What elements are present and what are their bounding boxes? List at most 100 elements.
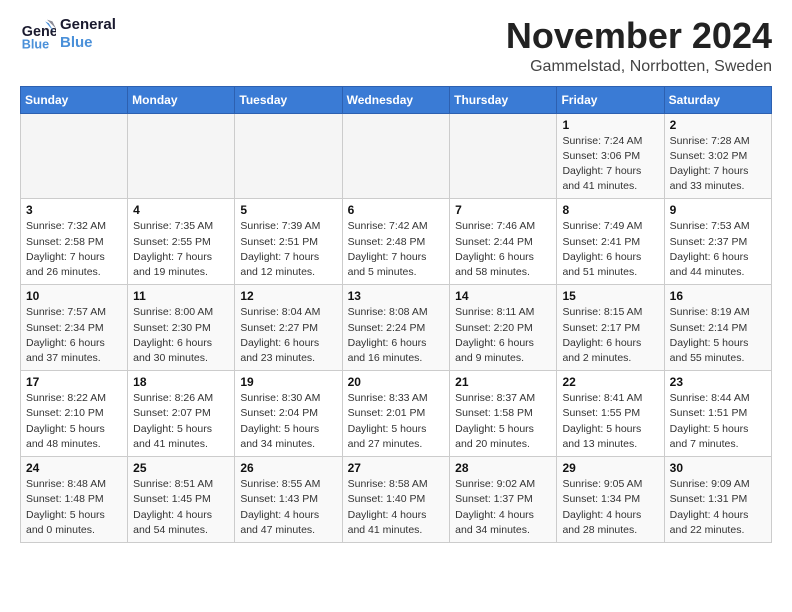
day-info: Sunrise: 8:04 AM Sunset: 2:27 PM Dayligh… [240,305,336,366]
location-title: Gammelstad, Norrbotten, Sweden [506,58,772,76]
calendar-cell: 2 Sunrise: 7:28 AM Sunset: 3:02 PM Daylig… [664,113,771,199]
day-info: Sunrise: 7:57 AM Sunset: 2:34 PM Dayligh… [26,305,122,366]
day-info: Sunrise: 9:09 AM Sunset: 1:31 PM Dayligh… [670,477,766,538]
calendar-cell: 8 Sunrise: 7:49 AM Sunset: 2:41 PM Daylig… [557,199,664,285]
day-number: 9 [670,203,766,217]
weekday-header: Saturday [664,86,771,113]
calendar-week-row: 10 Sunrise: 7:57 AM Sunset: 2:34 PM Dayli… [21,285,772,371]
day-number: 1 [562,118,658,132]
logo: General Blue General Blue [20,16,116,52]
calendar-cell: 20 Sunrise: 8:33 AM Sunset: 2:01 PM Dayli… [342,371,450,457]
calendar-week-row: 17 Sunrise: 8:22 AM Sunset: 2:10 PM Dayli… [21,371,772,457]
calendar-cell: 11 Sunrise: 8:00 AM Sunset: 2:30 PM Dayli… [128,285,235,371]
day-number: 25 [133,461,229,475]
day-info: Sunrise: 8:44 AM Sunset: 1:51 PM Dayligh… [670,391,766,452]
calendar-cell: 26 Sunrise: 8:55 AM Sunset: 1:43 PM Dayli… [235,457,342,543]
logo-general: General [60,16,116,34]
day-info: Sunrise: 8:11 AM Sunset: 2:20 PM Dayligh… [455,305,551,366]
header: General Blue General Blue November 2024 … [20,16,772,76]
weekday-header: Thursday [450,86,557,113]
day-number: 13 [348,289,445,303]
calendar-cell: 23Sunrise: 8:44 AM Sunset: 1:51 PM Dayli… [664,371,771,457]
day-info: Sunrise: 7:28 AM Sunset: 3:02 PM Dayligh… [670,134,766,195]
day-number: 2 [670,118,766,132]
day-number: 12 [240,289,336,303]
day-number: 28 [455,461,551,475]
day-number: 3 [26,203,122,217]
day-info: Sunrise: 7:35 AM Sunset: 2:55 PM Dayligh… [133,219,229,280]
logo-blue: Blue [60,34,116,52]
day-number: 17 [26,375,122,389]
day-number: 5 [240,203,336,217]
calendar-cell: 22 Sunrise: 8:41 AM Sunset: 1:55 PM Dayli… [557,371,664,457]
calendar-cell [21,113,128,199]
day-info: Sunrise: 7:49 AM Sunset: 2:41 PM Dayligh… [562,219,658,280]
day-number: 20 [348,375,445,389]
calendar-cell [450,113,557,199]
calendar-header-row: SundayMondayTuesdayWednesdayThursdayFrid… [21,86,772,113]
day-number: 24 [26,461,122,475]
day-info: Sunrise: 9:05 AM Sunset: 1:34 PM Dayligh… [562,477,658,538]
title-area: November 2024 Gammelstad, Norrbotten, Sw… [506,16,772,76]
day-info: Sunrise: 7:39 AM Sunset: 2:51 PM Dayligh… [240,219,336,280]
calendar-cell: 3 Sunrise: 7:32 AM Sunset: 2:58 PM Daylig… [21,199,128,285]
day-number: 27 [348,461,445,475]
day-info: Sunrise: 8:48 AM Sunset: 1:48 PM Dayligh… [26,477,122,538]
day-info: Sunrise: 7:32 AM Sunset: 2:58 PM Dayligh… [26,219,122,280]
calendar-cell: 10 Sunrise: 7:57 AM Sunset: 2:34 PM Dayli… [21,285,128,371]
day-number: 26 [240,461,336,475]
calendar-cell: 13 Sunrise: 8:08 AM Sunset: 2:24 PM Dayli… [342,285,450,371]
logo-icon: General Blue [20,16,56,52]
day-number: 22 [562,375,658,389]
weekday-header: Sunday [21,86,128,113]
day-info: Sunrise: 8:30 AM Sunset: 2:04 PM Dayligh… [240,391,336,452]
calendar-cell: 1Sunrise: 7:24 AM Sunset: 3:06 PM Daylig… [557,113,664,199]
calendar-cell: 27 Sunrise: 8:58 AM Sunset: 1:40 PM Dayli… [342,457,450,543]
calendar-cell: 19Sunrise: 8:30 AM Sunset: 2:04 PM Dayli… [235,371,342,457]
day-info: Sunrise: 8:15 AM Sunset: 2:17 PM Dayligh… [562,305,658,366]
day-number: 7 [455,203,551,217]
day-number: 10 [26,289,122,303]
day-number: 18 [133,375,229,389]
calendar-week-row: 3 Sunrise: 7:32 AM Sunset: 2:58 PM Daylig… [21,199,772,285]
svg-text:Blue: Blue [22,37,49,51]
day-info: Sunrise: 9:02 AM Sunset: 1:37 PM Dayligh… [455,477,551,538]
calendar-cell: 21Sunrise: 8:37 AM Sunset: 1:58 PM Dayli… [450,371,557,457]
calendar-cell: 30 Sunrise: 9:09 AM Sunset: 1:31 PM Dayli… [664,457,771,543]
calendar-cell: 29Sunrise: 9:05 AM Sunset: 1:34 PM Dayli… [557,457,664,543]
weekday-header: Tuesday [235,86,342,113]
day-info: Sunrise: 8:33 AM Sunset: 2:01 PM Dayligh… [348,391,445,452]
day-number: 11 [133,289,229,303]
month-title: November 2024 [506,16,772,56]
calendar-cell: 6Sunrise: 7:42 AM Sunset: 2:48 PM Daylig… [342,199,450,285]
calendar-cell: 15 Sunrise: 8:15 AM Sunset: 2:17 PM Dayli… [557,285,664,371]
calendar-cell: 28 Sunrise: 9:02 AM Sunset: 1:37 PM Dayli… [450,457,557,543]
calendar-cell [128,113,235,199]
calendar-cell: 9Sunrise: 7:53 AM Sunset: 2:37 PM Daylig… [664,199,771,285]
day-info: Sunrise: 8:00 AM Sunset: 2:30 PM Dayligh… [133,305,229,366]
day-info: Sunrise: 8:22 AM Sunset: 2:10 PM Dayligh… [26,391,122,452]
day-info: Sunrise: 7:42 AM Sunset: 2:48 PM Dayligh… [348,219,445,280]
day-info: Sunrise: 8:41 AM Sunset: 1:55 PM Dayligh… [562,391,658,452]
day-number: 8 [562,203,658,217]
calendar-cell [342,113,450,199]
calendar-cell: 18Sunrise: 8:26 AM Sunset: 2:07 PM Dayli… [128,371,235,457]
weekday-header: Friday [557,86,664,113]
day-number: 14 [455,289,551,303]
calendar-cell: 16Sunrise: 8:19 AM Sunset: 2:14 PM Dayli… [664,285,771,371]
day-number: 4 [133,203,229,217]
calendar-cell: 12 Sunrise: 8:04 AM Sunset: 2:27 PM Dayli… [235,285,342,371]
day-number: 15 [562,289,658,303]
day-info: Sunrise: 8:55 AM Sunset: 1:43 PM Dayligh… [240,477,336,538]
calendar: SundayMondayTuesdayWednesdayThursdayFrid… [20,86,772,543]
day-number: 30 [670,461,766,475]
day-number: 21 [455,375,551,389]
day-info: Sunrise: 7:46 AM Sunset: 2:44 PM Dayligh… [455,219,551,280]
calendar-cell: 7 Sunrise: 7:46 AM Sunset: 2:44 PM Daylig… [450,199,557,285]
day-info: Sunrise: 8:58 AM Sunset: 1:40 PM Dayligh… [348,477,445,538]
weekday-header: Wednesday [342,86,450,113]
calendar-week-row: 1Sunrise: 7:24 AM Sunset: 3:06 PM Daylig… [21,113,772,199]
day-number: 16 [670,289,766,303]
day-info: Sunrise: 8:08 AM Sunset: 2:24 PM Dayligh… [348,305,445,366]
calendar-cell [235,113,342,199]
